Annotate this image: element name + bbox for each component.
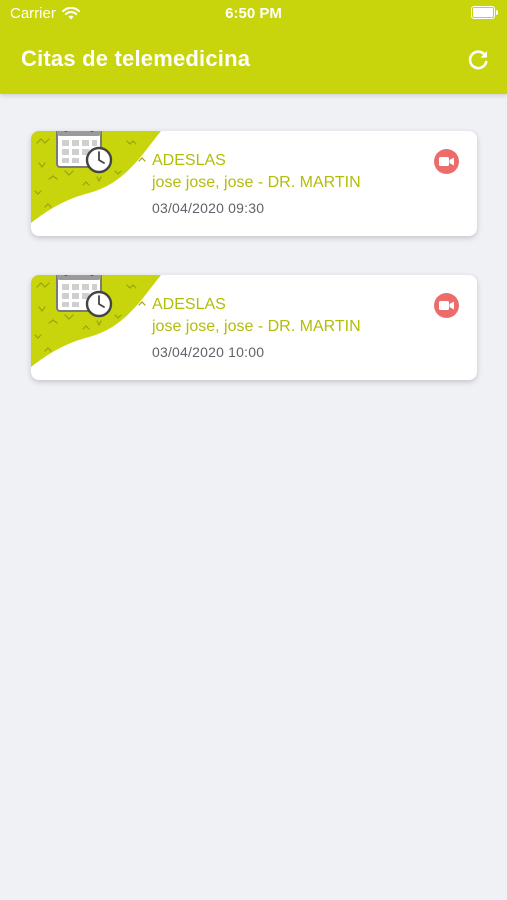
patient-doctor-label: jose jose, jose - DR. MARTIN — [152, 318, 361, 335]
appointment-card[interactable]: ADESLAS jose jose, jose - DR. MARTIN 03/… — [31, 275, 477, 380]
calendar-clock-icon — [56, 275, 113, 318]
video-call-button[interactable] — [434, 293, 459, 318]
status-bar: Carrier 6:50 PM — [0, 0, 507, 28]
video-call-button[interactable] — [434, 149, 459, 174]
navigation-bar: Carrier 6:50 PM Citas de telemedicina — [0, 0, 507, 94]
appointment-info: ADESLAS jose jose, jose - DR. MARTIN 03/… — [152, 295, 361, 361]
calendar-clock-icon — [56, 131, 113, 174]
appointment-datetime: 03/04/2020 10:00 — [152, 344, 265, 360]
video-camera-icon — [439, 157, 454, 166]
battery-icon — [471, 6, 498, 19]
appointment-card[interactable]: ADESLAS jose jose, jose - DR. MARTIN 03/… — [31, 131, 477, 236]
appointment-datetime: 03/04/2020 09:30 — [152, 200, 265, 216]
patient-doctor-label: jose jose, jose - DR. MARTIN — [152, 174, 361, 191]
refresh-icon[interactable] — [466, 48, 490, 72]
status-time: 6:50 PM — [225, 5, 282, 22]
company-name: ADESLAS — [152, 152, 226, 169]
appointment-info: ADESLAS jose jose, jose - DR. MARTIN 03/… — [152, 151, 361, 217]
company-name: ADESLAS — [152, 296, 226, 313]
page-title: Citas de telemedicina — [21, 46, 251, 71]
video-camera-icon — [439, 301, 454, 310]
